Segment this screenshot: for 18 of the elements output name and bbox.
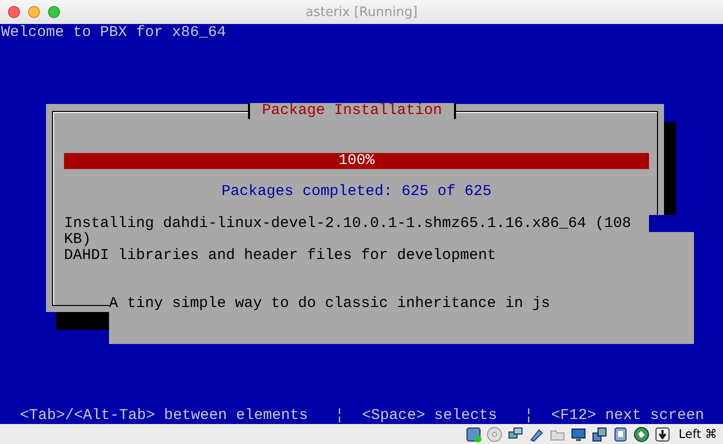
globe-icon[interactable] [632,426,650,442]
close-button[interactable] [8,6,20,18]
console-header: Welcome to PBX for x86_64 [1,25,226,41]
progress-label: 100% [337,153,376,169]
status-line: KB) [64,232,92,248]
maximize-button[interactable] [48,6,60,18]
help-line: <Tab>/<Alt-Tab> between elements ¦ <Space> selects ¦ <F12> next screen [20,408,704,424]
status-line: DAHDI libraries and header files for development [64,248,498,264]
display-icon[interactable] [570,426,587,442]
window-title: asterix [Running] [305,4,418,20]
dialog-title: Package Installation [248,103,456,119]
host-key-label: Left ⌘ [678,427,717,441]
status-line: Installing dahdi-linux-devel-2.10.0.1-1.shmz65.1.16.x86_64 (108 [64,216,632,232]
chip-icon[interactable] [612,426,629,442]
download-icon[interactable] [654,426,671,442]
windows-icon[interactable] [590,426,608,442]
overlay-text: A tiny simple way to do classic inheritance in js [109,295,550,312]
packages-summary: Packages completed: 625 of 625 [220,184,493,200]
